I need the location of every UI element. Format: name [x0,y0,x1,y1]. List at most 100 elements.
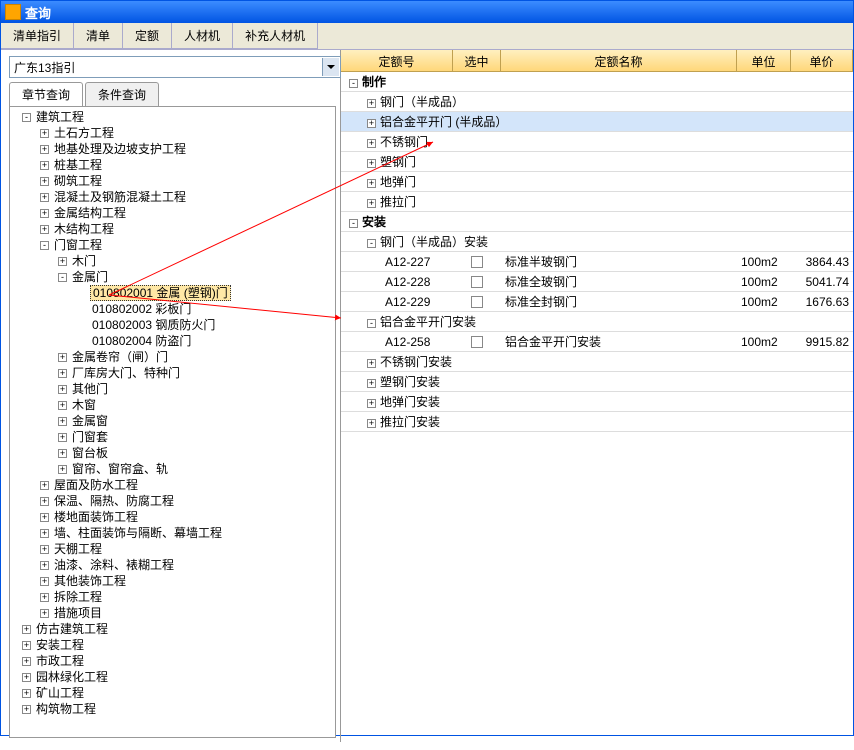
tree-node[interactable]: +土石方工程 [12,125,333,141]
expand-icon[interactable]: + [40,145,49,154]
tree-node[interactable]: +天棚工程 [12,541,333,557]
expand-icon[interactable]: + [367,199,376,208]
header-code[interactable]: 定额号 [341,50,453,71]
tree-node[interactable]: +墙、柱面装饰与隔断、幕墙工程 [12,525,333,541]
tree-label[interactable]: 其他装饰工程 [52,574,128,588]
expand-icon[interactable]: + [58,353,67,362]
grid-group-row[interactable]: -钢门（半成品）安装 [341,232,853,252]
tree-node[interactable]: +木结构工程 [12,221,333,237]
item-checkbox-cell[interactable] [453,274,501,290]
tree-label[interactable]: 楼地面装饰工程 [52,510,140,524]
grid-group-row[interactable]: +地弹门 [341,172,853,192]
expand-icon[interactable]: + [22,689,31,698]
expand-icon[interactable]: + [40,561,49,570]
expand-icon[interactable]: + [40,513,49,522]
tree-node[interactable]: +门窗套 [12,429,333,445]
checkbox-icon[interactable] [471,336,483,348]
tree-node[interactable]: -金属门 [12,269,333,285]
expand-icon[interactable]: + [58,401,67,410]
expand-icon[interactable]: + [367,419,376,428]
expand-icon[interactable]: + [40,497,49,506]
grid-group-row[interactable]: +推拉门安装 [341,412,853,432]
tree-node[interactable]: 010802004 防盗门 [12,333,333,349]
expand-icon[interactable]: + [58,417,67,426]
expand-icon[interactable]: + [40,529,49,538]
left-tab[interactable]: 条件查询 [85,82,159,106]
tree-node[interactable]: +屋面及防水工程 [12,477,333,493]
grid-group-row[interactable]: -制作 [341,72,853,92]
expand-icon[interactable]: + [22,625,31,634]
expand-icon[interactable]: + [58,369,67,378]
grid-item-row[interactable]: A12-258铝合金平开门安装100m29915.82 [341,332,853,352]
tree-node[interactable]: +金属窗 [12,413,333,429]
tree-node[interactable]: 010802002 彩板门 [12,301,333,317]
tree-label[interactable]: 厂库房大门、特种门 [70,366,182,380]
item-checkbox-cell[interactable] [453,294,501,310]
tree-node[interactable]: +油漆、涂料、裱糊工程 [12,557,333,573]
grid-group-row[interactable]: +不锈钢门 [341,132,853,152]
grid-item-row[interactable]: A12-228标准全玻钢门100m25041.74 [341,272,853,292]
tree-node[interactable]: +措施项目 [12,605,333,621]
toolbar-button[interactable]: 定额 [123,23,172,49]
tree-label[interactable]: 仿古建筑工程 [34,622,110,636]
collapse-icon[interactable]: - [22,113,31,122]
collapse-icon[interactable]: - [367,239,376,248]
tree-label[interactable]: 木结构工程 [52,222,116,236]
tree-node[interactable]: -建筑工程 [12,109,333,125]
tree-label[interactable]: 金属结构工程 [52,206,128,220]
tree-label[interactable]: 安装工程 [34,638,86,652]
tree-label[interactable]: 砌筑工程 [52,174,104,188]
tree-node[interactable]: -门窗工程 [12,237,333,253]
guide-dropdown[interactable]: 广东13指引 [9,56,341,78]
tree-label[interactable]: 010802002 彩板门 [90,302,193,316]
tree-label[interactable]: 门窗套 [70,430,110,444]
expand-icon[interactable]: + [40,161,49,170]
tree-label[interactable]: 金属窗 [70,414,110,428]
tree-node[interactable]: +砌筑工程 [12,173,333,189]
toolbar-button[interactable]: 补充人材机 [233,23,318,49]
collapse-icon[interactable]: - [349,219,358,228]
tree-label[interactable]: 窗帘、窗帘盒、轨 [70,462,170,476]
expand-icon[interactable]: + [40,193,49,202]
tree-node[interactable]: +木窗 [12,397,333,413]
expand-icon[interactable]: + [40,593,49,602]
expand-icon[interactable]: + [22,705,31,714]
expand-icon[interactable]: + [58,465,67,474]
grid-group-row[interactable]: +不锈钢门安装 [341,352,853,372]
expand-icon[interactable]: + [58,433,67,442]
tree-node[interactable]: +桩基工程 [12,157,333,173]
expand-icon[interactable]: + [40,481,49,490]
tree-label[interactable]: 建筑工程 [34,110,86,124]
tree-label[interactable]: 屋面及防水工程 [52,478,140,492]
tree-node[interactable]: +木门 [12,253,333,269]
tree-node[interactable]: 010802001 金属 (塑钢)门 [12,285,333,301]
tree-node[interactable]: +地基处理及边坡支护工程 [12,141,333,157]
tree-node[interactable]: +构筑物工程 [12,701,333,717]
grid-group-row[interactable]: +推拉门 [341,192,853,212]
expand-icon[interactable]: + [40,177,49,186]
tree-label[interactable]: 市政工程 [34,654,86,668]
tree-label[interactable]: 矿山工程 [34,686,86,700]
toolbar-button[interactable]: 清单指引 [1,23,74,49]
tree-node[interactable]: +其他装饰工程 [12,573,333,589]
expand-icon[interactable]: + [40,129,49,138]
toolbar-button[interactable]: 清单 [74,23,123,49]
expand-icon[interactable]: + [58,257,67,266]
tree-node[interactable]: +楼地面装饰工程 [12,509,333,525]
tree-label[interactable]: 土石方工程 [52,126,116,140]
expand-icon[interactable]: + [367,379,376,388]
grid-group-row[interactable]: +塑钢门 [341,152,853,172]
tree-label[interactable]: 措施项目 [52,606,104,620]
expand-icon[interactable]: + [40,577,49,586]
tree-label[interactable]: 010802001 金属 (塑钢)门 [90,285,231,301]
expand-icon[interactable]: + [367,399,376,408]
grid-item-row[interactable]: A12-229标准全封钢门100m21676.63 [341,292,853,312]
expand-icon[interactable]: + [367,99,376,108]
header-name[interactable]: 定额名称 [501,50,737,71]
collapse-icon[interactable]: - [58,273,67,282]
tree-label[interactable]: 窗台板 [70,446,110,460]
grid-group-row[interactable]: +塑钢门安装 [341,372,853,392]
tree-label[interactable]: 010802004 防盗门 [90,334,193,348]
expand-icon[interactable]: + [22,641,31,650]
tree-node[interactable]: +混凝土及钢筋混凝土工程 [12,189,333,205]
